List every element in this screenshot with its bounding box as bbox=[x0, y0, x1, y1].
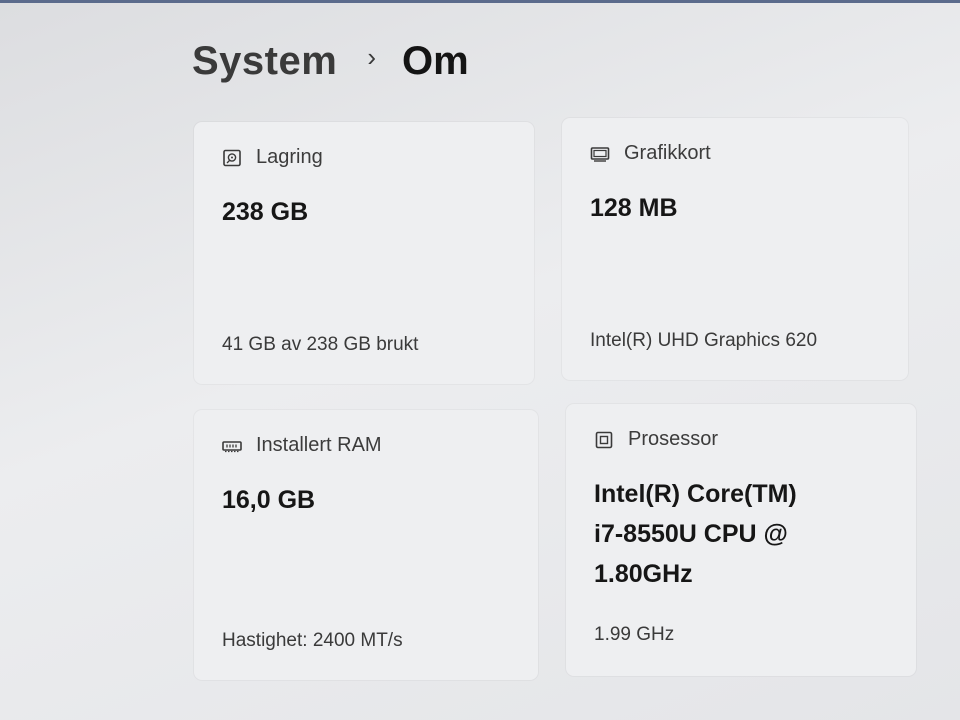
storage-card: Lagring 238 GB 41 GB av 238 GB brukt bbox=[194, 122, 534, 384]
graphics-card-card: Grafikkort 128 MB Intel(R) UHD Graphics … bbox=[562, 118, 908, 380]
graphics-card-icon bbox=[590, 145, 610, 163]
processor-value-line: Intel(R) Core(TM) bbox=[594, 480, 797, 508]
processor-card: Prosessor Intel(R) Core(TM) i7-8550U CPU… bbox=[566, 404, 916, 676]
graphics-card-value: 128 MB bbox=[590, 194, 678, 222]
storage-label: Lagring bbox=[256, 146, 323, 168]
breadcrumb-system-link[interactable]: System bbox=[192, 39, 337, 84]
storage-usage: 41 GB av 238 GB brukt bbox=[222, 334, 419, 355]
processor-value-line: i7-8550U CPU @ bbox=[594, 520, 788, 548]
processor-label: Prosessor bbox=[628, 428, 719, 450]
processor-speed: 1.99 GHz bbox=[594, 624, 675, 645]
window-top-edge bbox=[0, 0, 960, 3]
ram-card-header: Installert RAM bbox=[222, 434, 382, 457]
breadcrumb-separator: › bbox=[367, 41, 376, 72]
ram-label: Installert RAM bbox=[256, 434, 382, 456]
page-title: Om bbox=[401, 38, 469, 83]
breadcrumb: System › Om bbox=[192, 34, 469, 88]
ram-card: Installert RAM 16,0 GB Hastighet: 2400 M… bbox=[194, 410, 538, 680]
processor-card-header: Prosessor bbox=[594, 428, 718, 451]
graphics-card-header: Grafikkort bbox=[590, 142, 711, 165]
ram-value: 16,0 GB bbox=[222, 486, 316, 514]
graphics-card-label: Grafikkort bbox=[624, 142, 711, 164]
ram-speed: Hastighet: 2400 MT/s bbox=[222, 630, 403, 651]
processor-chip-icon bbox=[594, 431, 614, 449]
storage-value: 238 GB bbox=[222, 198, 309, 226]
storage-drive-icon bbox=[222, 149, 242, 167]
memory-module-icon bbox=[222, 437, 242, 455]
graphics-card-model: Intel(R) UHD Graphics 620 bbox=[590, 330, 818, 351]
storage-card-header: Lagring bbox=[222, 146, 323, 169]
processor-value: Intel(R) Core(TM) i7-8550U CPU @ 1.80GHz bbox=[594, 474, 894, 594]
processor-value-line: 1.80GHz bbox=[594, 560, 693, 588]
